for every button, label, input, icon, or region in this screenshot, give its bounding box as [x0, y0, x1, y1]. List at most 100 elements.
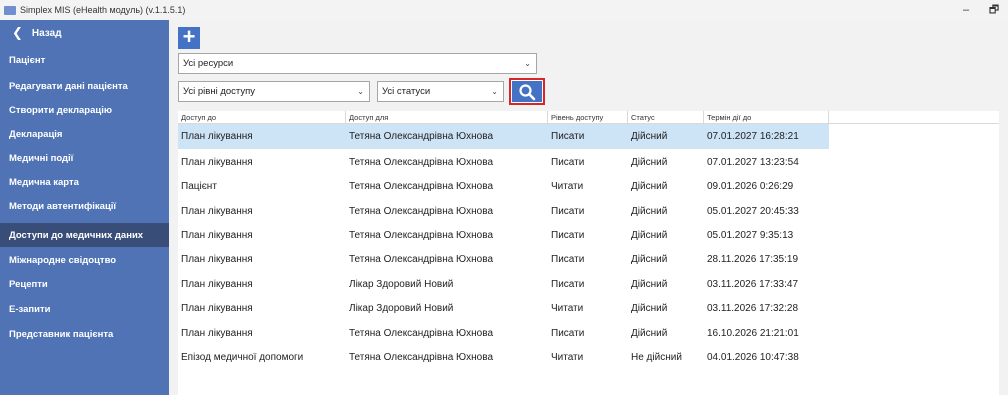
- table-cell: 05.01.2027 20:45:33: [707, 206, 799, 217]
- table-cell: Тетяна Олександрівна Юхнова: [349, 131, 494, 142]
- table-cell: 07.01.2027 16:28:21: [707, 131, 799, 142]
- search-icon: [519, 83, 536, 100]
- sidebar-item-label: Медична карта: [9, 176, 79, 188]
- back-button[interactable]: ❮ Назад: [0, 20, 169, 46]
- sidebar-item-label: Доступи до медичних даних: [9, 229, 144, 241]
- table-cell: Писати: [551, 157, 585, 168]
- minimize-button[interactable]: –: [952, 4, 980, 16]
- table-cell: План лікування: [181, 328, 253, 339]
- chevron-down-icon: ⌄: [524, 59, 531, 68]
- sidebar-item[interactable]: Пацієнт: [0, 48, 169, 72]
- sidebar-item-label: Методи автентифікації: [9, 200, 117, 212]
- table-cell: Читати: [551, 181, 584, 192]
- table-cell: Писати: [551, 328, 585, 339]
- table-cell: 04.01.2026 10:47:38: [707, 352, 799, 363]
- status-select-value: Усі статуси: [382, 86, 431, 97]
- table-cell: План лікування: [181, 206, 253, 217]
- column-header[interactable]: Доступ для: [346, 111, 548, 124]
- sidebar: ❮ Назад Пацієнт Редагувати дані пацієнта С…: [0, 20, 169, 395]
- column-header[interactable]: Доступ до: [178, 111, 346, 124]
- title-bar: Simplex MIS (eHealth модуль) (v.1.1.5.1)…: [0, 0, 1008, 20]
- resources-select-value: Усі ресурси: [183, 58, 234, 69]
- table-cell: План лікування: [181, 131, 253, 142]
- access-level-select-value: Усі рівні доступу: [183, 86, 256, 97]
- window-title: Simplex MIS (eHealth модуль) (v.1.1.5.1): [20, 5, 186, 15]
- table-cell: Тетяна Олександрівна Юхнова: [349, 157, 494, 168]
- access-level-select[interactable]: Усі рівні доступу ⌄: [178, 81, 370, 102]
- sidebar-item[interactable]: Методи автентифікації: [0, 194, 169, 218]
- app-icon: [4, 5, 16, 15]
- sidebar-item-label: Декларація: [9, 128, 63, 140]
- sidebar-item-label: Медичні події: [9, 152, 74, 164]
- window-controls: – 🗗: [952, 0, 1008, 20]
- table-cell: Читати: [551, 352, 584, 363]
- table-cell: Пацієнт: [181, 181, 217, 192]
- sidebar-item[interactable]: Е-запити: [0, 297, 169, 321]
- column-header[interactable]: Статус: [628, 111, 704, 124]
- table-cell: Писати: [551, 206, 585, 217]
- table-cell: 28.11.2026 17:35:19: [707, 254, 799, 265]
- table-cell: Тетяна Олександрівна Юхнова: [349, 230, 494, 241]
- column-header[interactable]: Термін дії до: [704, 111, 829, 124]
- sidebar-item-label: Е-запити: [9, 303, 51, 315]
- table-cell: 03.11.2026 17:33:47: [707, 279, 799, 290]
- table-cell: 07.01.2027 13:23:54: [707, 157, 799, 168]
- sidebar-item[interactable]: Міжнародне свідоцтво: [0, 248, 169, 272]
- table-cell: 03.11.2026 17:32:28: [707, 303, 799, 314]
- table-cell: Не дійсний: [631, 352, 682, 363]
- table-cell: Писати: [551, 230, 585, 241]
- sidebar-item[interactable]: Представник пацієнта: [0, 322, 169, 346]
- restore-button[interactable]: 🗗: [980, 1, 1008, 20]
- sidebar-item[interactable]: Створити декларацію: [0, 98, 169, 122]
- table-row[interactable]: Пацієнт Тетяна Олександрівна Юхнова Читати…: [178, 174, 829, 199]
- table-cell: План лікування: [181, 279, 253, 290]
- table-cell: 09.01.2026 0:26:29: [707, 181, 794, 192]
- table-cell: 05.01.2027 9:35:13: [707, 230, 794, 241]
- sidebar-item-label: Представник пацієнта: [9, 328, 114, 340]
- table-cell: План лікування: [181, 303, 253, 314]
- table-row[interactable]: План лікування Тетяна Олександрівна Юхнов…: [178, 199, 829, 224]
- table-cell: Дійсний: [631, 230, 668, 241]
- sidebar-item-label: Пацієнт: [9, 54, 46, 66]
- table-row[interactable]: План лікування Тетяна Олександрівна Юхнов…: [178, 150, 829, 175]
- table-cell: Писати: [551, 131, 585, 142]
- chevron-down-icon: ⌄: [357, 87, 364, 96]
- sidebar-item[interactable]: Медичні події: [0, 146, 169, 170]
- add-button[interactable]: +: [178, 26, 200, 49]
- sidebar-item[interactable]: Доступи до медичних даних: [0, 223, 169, 247]
- sidebar-item-label: Міжнародне свідоцтво: [9, 254, 117, 266]
- table-row[interactable]: План лікування Лікар Здоровий Новий Читати…: [178, 296, 829, 321]
- table-cell: Писати: [551, 279, 585, 290]
- table-cell: Тетяна Олександрівна Юхнова: [349, 328, 494, 339]
- table-row[interactable]: План лікування Тетяна Олександрівна Юхнов…: [178, 223, 829, 248]
- table-cell: Дійсний: [631, 131, 668, 142]
- status-select[interactable]: Усі статуси ⌄: [377, 81, 504, 102]
- column-header[interactable]: Рівень доступу: [548, 111, 628, 124]
- table-cell: Лікар Здоровий Новий: [349, 279, 454, 290]
- table-cell: Тетяна Олександрівна Юхнова: [349, 181, 494, 192]
- table-row[interactable]: План лікування Лікар Здоровий Новий Писати…: [178, 272, 829, 297]
- table-header: Доступ до Доступ для Рівень доступу Стат…: [178, 111, 999, 124]
- resources-select[interactable]: Усі ресурси ⌄: [178, 53, 537, 74]
- chevron-down-icon: ⌄: [491, 87, 498, 96]
- table-row[interactable]: План лікування Тетяна Олександрівна Юхнов…: [178, 247, 829, 272]
- table-cell: Дійсний: [631, 254, 668, 265]
- table-row[interactable]: Епізод медичної допомоги Тетяна Олександр…: [178, 345, 829, 370]
- sidebar-item[interactable]: Редагувати дані пацієнта: [0, 74, 169, 98]
- table-cell: План лікування: [181, 157, 253, 168]
- sidebar-item[interactable]: Декларація: [0, 122, 169, 146]
- sidebar-item[interactable]: Рецепти: [0, 272, 169, 296]
- table-cell: Читати: [551, 303, 584, 314]
- table-cell: План лікування: [181, 254, 253, 265]
- table-cell: Дійсний: [631, 279, 668, 290]
- sidebar-item-label: Рецепти: [9, 278, 48, 290]
- table-row[interactable]: План лікування Тетяна Олександрівна Юхнов…: [178, 124, 829, 149]
- sidebar-item[interactable]: Медична карта: [0, 170, 169, 194]
- table-cell: Тетяна Олександрівна Юхнова: [349, 352, 494, 363]
- table-cell: Дійсний: [631, 303, 668, 314]
- table-cell: Тетяна Олександрівна Юхнова: [349, 206, 494, 217]
- table-row[interactable]: План лікування Тетяна Олександрівна Юхнов…: [178, 321, 829, 346]
- table-cell: Лікар Здоровий Новий: [349, 303, 454, 314]
- search-button[interactable]: [509, 78, 545, 105]
- table-cell: Дійсний: [631, 157, 668, 168]
